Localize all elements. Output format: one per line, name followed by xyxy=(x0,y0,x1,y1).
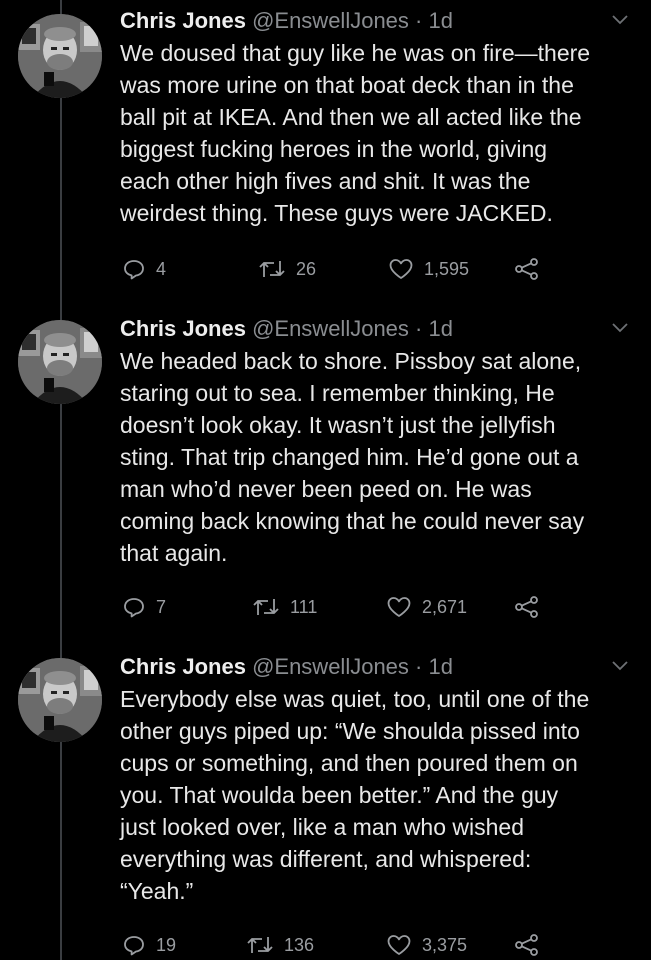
retweet-icon xyxy=(253,599,279,615)
tweet-text: Everybody else was quiet, too, until one… xyxy=(120,683,638,907)
tweet-text-line: We doused that guy like he was on fire—t… xyxy=(120,40,591,66)
reply-button[interactable]: 7 xyxy=(122,592,166,622)
separator-dot: · xyxy=(415,654,423,679)
tweet-text-line: weirdest thing. These guys were JACKED. xyxy=(120,200,553,226)
reply-count: 19 xyxy=(156,935,177,955)
tweet-text-line: was more urine on that boat deck than in… xyxy=(120,72,574,98)
like-button[interactable]: 2,671 xyxy=(386,592,467,622)
tweet-header: Chris Jones @EnswellJones · 1d xyxy=(120,314,638,344)
share-icon xyxy=(515,934,538,956)
author-handle[interactable]: @EnswellJones xyxy=(252,8,409,33)
avatar[interactable] xyxy=(18,658,102,742)
retweet-button[interactable]: 111 xyxy=(252,592,317,622)
share-button[interactable] xyxy=(514,254,550,284)
reply-count: 4 xyxy=(156,259,167,279)
tweet-text-line: each other high fives and shit. It was t… xyxy=(120,168,531,194)
tweet-actions: 7 111 2,671 xyxy=(122,592,582,622)
separator-dot: · xyxy=(415,316,423,341)
like-count: 2,671 xyxy=(422,597,468,617)
author-name[interactable]: Chris Jones xyxy=(120,654,246,679)
heart-icon xyxy=(387,597,411,617)
chevron-down-icon[interactable] xyxy=(612,660,628,672)
like-button[interactable]: 1,595 xyxy=(388,254,469,284)
like-count: 1,595 xyxy=(424,259,470,279)
chevron-down-icon[interactable] xyxy=(612,14,628,26)
tweet-text-line: We headed back to shore. Pissboy sat alo… xyxy=(120,348,582,374)
tweet-text: We headed back to shore. Pissboy sat alo… xyxy=(120,345,638,569)
heart-icon xyxy=(389,259,413,279)
share-icon xyxy=(515,258,538,280)
retweet-button[interactable]: 26 xyxy=(258,254,316,284)
author-name[interactable]: Chris Jones xyxy=(120,316,246,341)
tweet-actions: 19 136 3,375 xyxy=(122,930,582,960)
reply-button[interactable]: 4 xyxy=(122,254,166,284)
tweet-text-line: Everybody else was quiet, too, until one… xyxy=(120,686,590,712)
retweet-button[interactable]: 136 xyxy=(246,930,314,960)
share-button[interactable] xyxy=(514,930,550,960)
reply-count: 7 xyxy=(156,597,167,617)
tweet-text-line: “Yeah.” xyxy=(120,878,194,904)
author-handle[interactable]: @EnswellJones xyxy=(252,654,409,679)
tweet-actions: 4 26 1,595 xyxy=(122,254,582,284)
retweet-count: 136 xyxy=(284,935,315,955)
chevron-down-icon[interactable] xyxy=(612,322,628,334)
avatar[interactable] xyxy=(18,320,102,404)
reply-icon xyxy=(124,598,144,618)
tweet-text-line: biggest fucking heroes in the world, giv… xyxy=(120,136,548,162)
author-name[interactable]: Chris Jones xyxy=(120,8,246,33)
like-button[interactable]: 3,375 xyxy=(386,930,467,960)
tweet-text-line: cups or something, and then poured them … xyxy=(120,750,578,776)
like-count: 3,375 xyxy=(422,935,468,955)
author-handle[interactable]: @EnswellJones xyxy=(252,316,409,341)
retweet-count: 111 xyxy=(290,597,318,617)
tweet-text-line: just looked over, like a man who wished xyxy=(120,814,524,840)
tweet-timestamp[interactable]: 1d xyxy=(429,8,453,33)
tweet-timestamp[interactable]: 1d xyxy=(429,316,453,341)
tweet-text: We doused that guy like he was on fire—t… xyxy=(120,37,638,229)
reply-icon xyxy=(124,260,144,280)
retweet-icon xyxy=(247,937,273,953)
tweet-text-line: coming back knowing that he could never … xyxy=(120,508,585,534)
share-button[interactable] xyxy=(514,592,550,622)
tweet-text-line: sting. That trip changed him. He’d gone … xyxy=(120,444,579,470)
tweet-text-line: that again. xyxy=(120,540,228,566)
tweet-header: Chris Jones @EnswellJones · 1d xyxy=(120,652,638,682)
tweet-text-line: everything was different, and whispered: xyxy=(120,846,532,872)
tweet-text-line: man who’d never been peed on. He was xyxy=(120,476,532,502)
avatar[interactable] xyxy=(18,14,102,98)
retweet-count: 26 xyxy=(296,259,317,279)
tweet-text-line: ball pit at IKEA. And then we all acted … xyxy=(120,104,582,130)
retweet-icon xyxy=(259,261,285,277)
tweet-timestamp[interactable]: 1d xyxy=(429,654,453,679)
heart-icon xyxy=(387,935,411,955)
tweet-text-line: other guys piped up: “We shoulda pissed … xyxy=(120,718,580,744)
thread-connector-line xyxy=(60,0,62,960)
tweet-text-line: you. That woulda been better.” And the g… xyxy=(120,782,559,808)
tweet-text-line: doesn’t look okay. It wasn’t just the je… xyxy=(120,412,556,438)
reply-button[interactable]: 19 xyxy=(122,930,176,960)
separator-dot: · xyxy=(415,8,423,33)
tweet-text-line: staring out to sea. I remember thinking,… xyxy=(120,380,555,406)
share-icon xyxy=(515,596,538,618)
reply-icon xyxy=(124,936,144,956)
tweet-header: Chris Jones @EnswellJones · 1d xyxy=(120,6,638,36)
